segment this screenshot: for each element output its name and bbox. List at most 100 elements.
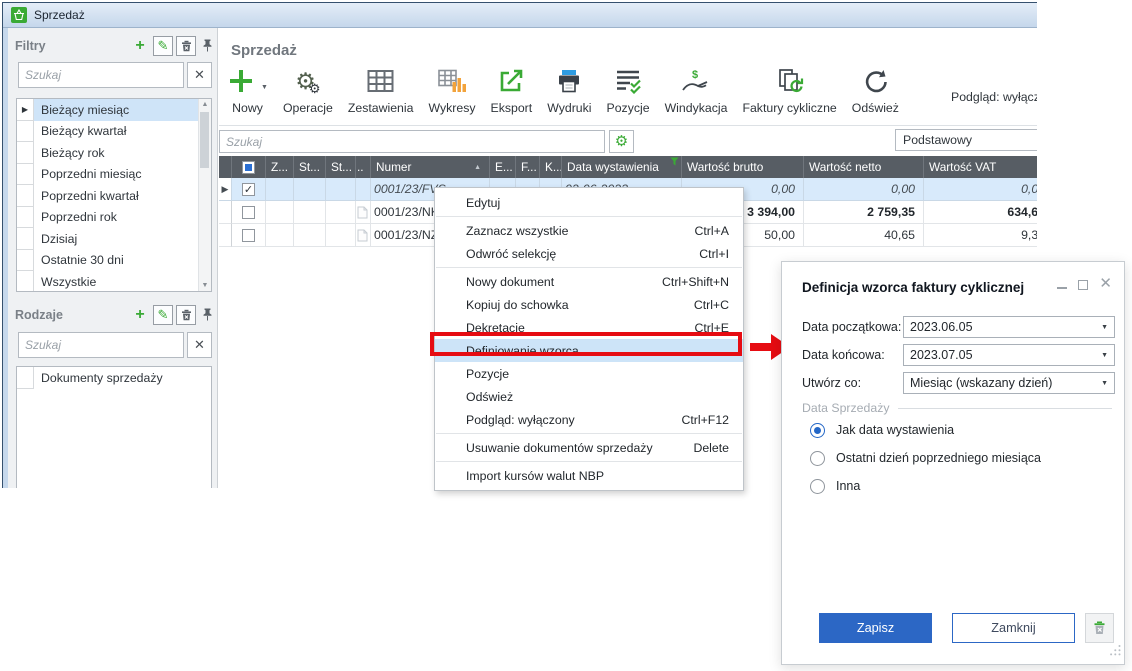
preview-status-label[interactable]: Podgląd: wyłączony: [951, 90, 1037, 104]
column-header[interactable]: St...: [294, 156, 326, 178]
toolbar-button-operacje[interactable]: ⚙ ⚙ Operacje: [283, 62, 333, 115]
radio-inna[interactable]: Inna: [810, 478, 860, 494]
types-search-input[interactable]: [18, 332, 184, 358]
filter-item-poprzedni-kwartal[interactable]: Poprzedni kwartał: [17, 185, 211, 207]
toolbar-button-faktury-cykliczne[interactable]: Faktury cykliczne: [742, 62, 836, 115]
row-indicator: [219, 224, 232, 247]
end-date-combobox[interactable]: 2023.07.05 ▼: [903, 344, 1115, 366]
column-header-numer[interactable]: Numer▲: [371, 156, 490, 178]
filter-item-wszystkie[interactable]: Wszystkie: [17, 271, 211, 292]
edit-type-button[interactable]: ✎: [153, 305, 173, 325]
view-selector[interactable]: Podstawowy: [895, 129, 1037, 151]
add-filter-button[interactable]: +: [130, 36, 150, 56]
types-search-clear-button[interactable]: ✕: [187, 332, 212, 358]
interval-combobox[interactable]: Miesiąc (wskazany dzień) ▼: [903, 372, 1115, 394]
filter-item-biezacy-miesiac[interactable]: ▶ Bieżący miesiąc: [17, 99, 211, 121]
row-checkbox[interactable]: [232, 224, 266, 247]
toolbar-button-pozycje[interactable]: Pozycje: [607, 62, 650, 115]
column-header[interactable]: K...: [540, 156, 562, 178]
interval-label: Utwórz co:: [802, 372, 861, 394]
menu-item-kopiuj-do-schowka[interactable]: Kopiuj do schowkaCtrl+C: [435, 293, 743, 316]
save-button[interactable]: Zapisz: [819, 613, 932, 643]
menu-item-odwroc-selekcje[interactable]: Odwróć selekcjęCtrl+I: [435, 242, 743, 265]
filter-item-biezacy-kwartal[interactable]: Bieżący kwartał: [17, 121, 211, 143]
hand-dollar-icon: $: [681, 68, 711, 94]
close-button[interactable]: Zamknij: [952, 613, 1075, 643]
column-header[interactable]: Wartość VAT: [924, 156, 1037, 178]
toolbar-button-eksport[interactable]: Eksport: [491, 62, 533, 115]
filter-item-ostatnie-30-dni[interactable]: Ostatnie 30 dni: [17, 250, 211, 272]
menu-item-edytuj[interactable]: Edytuj: [435, 191, 743, 214]
edit-filter-button[interactable]: ✎: [153, 36, 173, 56]
filter-item-poprzedni-rok[interactable]: Poprzedni rok: [17, 207, 211, 229]
type-item-dokumenty-sprzedazy[interactable]: Dokumenty sprzedaży: [17, 367, 211, 389]
menu-separator: [436, 433, 742, 434]
column-header[interactable]: E...: [490, 156, 516, 178]
add-type-button[interactable]: +: [130, 305, 150, 325]
menu-item-pozycje[interactable]: Pozycje: [435, 362, 743, 385]
maximize-icon[interactable]: [1078, 280, 1088, 290]
filters-search-clear-button[interactable]: ✕: [187, 62, 212, 88]
filters-search-input[interactable]: [18, 62, 184, 88]
menu-item-nowy-dokument[interactable]: Nowy dokumentCtrl+Shift+N: [435, 270, 743, 293]
toolbar-button-wydruki[interactable]: Wydruki: [547, 62, 591, 115]
window-titlebar[interactable]: Sprzedaż: [3, 3, 1037, 28]
arrow-right-icon: ▶: [222, 184, 229, 195]
column-header[interactable]: F...: [516, 156, 540, 178]
filter-item-poprzedni-miesiac[interactable]: Poprzedni miesiąc: [17, 164, 211, 186]
pin-icon: [203, 39, 212, 52]
recurring-invoice-dialog: Definicja wzorca faktury cyklicznej ✕ Da…: [781, 261, 1125, 665]
start-date-combobox[interactable]: 2023.06.05 ▼: [903, 316, 1115, 338]
filter-item-biezacy-rok[interactable]: Bieżący rok: [17, 142, 211, 164]
menu-item-zaznacz-wszystkie[interactable]: Zaznacz wszystkieCtrl+A: [435, 219, 743, 242]
menu-item-import-kursow-nbp[interactable]: Import kursów walut NBP: [435, 464, 743, 487]
row-checkbox[interactable]: [232, 201, 266, 224]
scroll-down-icon: ▼: [202, 282, 209, 289]
close-icon[interactable]: ✕: [1099, 276, 1112, 291]
toolbar-button-windykacja[interactable]: $ Windykacja: [665, 62, 728, 115]
pin-filters-button[interactable]: [200, 36, 214, 56]
menu-item-odswiez[interactable]: Odśwież: [435, 385, 743, 408]
column-header[interactable]: Wartość netto: [804, 156, 924, 178]
menu-item-podglad-wylaczony[interactable]: Podgląd: wyłączonyCtrl+F12: [435, 408, 743, 431]
toolbar-button-wykresy[interactable]: Wykresy: [428, 62, 475, 115]
table-search-row: [219, 130, 605, 153]
screenshot-canvas: Sprzedaż Filtry + ✎: [0, 0, 1132, 671]
filters-panel-title: Filtry: [15, 39, 127, 53]
chevron-down-icon: ▼: [261, 84, 268, 91]
column-header-data-wystawienia[interactable]: Data wystawienia: [562, 156, 682, 178]
menu-item-usuwanie-dokumentow[interactable]: Usuwanie dokumentów sprzedażyDelete: [435, 436, 743, 459]
plus-icon: [227, 67, 255, 95]
filter-item-dzisiaj[interactable]: Dzisiaj: [17, 228, 211, 250]
radio-jak-data-wystawienia[interactable]: Jak data wystawienia: [810, 422, 954, 438]
minimize-icon[interactable]: [1057, 287, 1067, 289]
radio-ostatni-dzien[interactable]: Ostatni dzień poprzedniego miesiąca: [810, 450, 1041, 466]
resize-grip[interactable]: [1109, 643, 1121, 661]
row-indicator: [17, 250, 34, 272]
row-indicator: [17, 367, 34, 389]
row-indicator: [17, 207, 34, 229]
delete-filter-button[interactable]: [176, 36, 196, 56]
column-header[interactable]: St...: [326, 156, 356, 178]
cell-vat: 9,35: [924, 224, 1037, 247]
column-header[interactable]: Z...: [266, 156, 294, 178]
group-divider: [898, 408, 1113, 409]
toolbar-button-nowy[interactable]: ▼ Nowy: [227, 62, 268, 115]
pin-types-button[interactable]: [200, 305, 214, 325]
select-all-checkbox[interactable]: [232, 156, 266, 178]
toolbar-button-odswiez[interactable]: Odśwież: [852, 62, 899, 115]
arrow-right-icon: ▶: [22, 105, 28, 114]
search-settings-button[interactable]: ⚙: [609, 130, 634, 153]
row-checkbox[interactable]: ✓: [232, 178, 266, 201]
delete-type-button[interactable]: [176, 305, 196, 325]
column-header[interactable]: ..: [356, 156, 371, 178]
column-header[interactable]: Wartość brutto: [682, 156, 804, 178]
table-search-input[interactable]: [219, 130, 605, 153]
checkmark-icon: ✓: [244, 183, 253, 196]
filters-list: ▶ Bieżący miesiąc Bieżący kwartał Bieżąc…: [16, 98, 212, 292]
row-indicator: [17, 185, 34, 207]
sidebar: Filtry + ✎ ✕ ▶ Bie: [8, 28, 218, 488]
toolbar-button-zestawienia[interactable]: Zestawienia: [348, 62, 414, 115]
delete-template-button[interactable]: [1085, 613, 1114, 643]
scrollbar-thumb[interactable]: [200, 112, 209, 168]
